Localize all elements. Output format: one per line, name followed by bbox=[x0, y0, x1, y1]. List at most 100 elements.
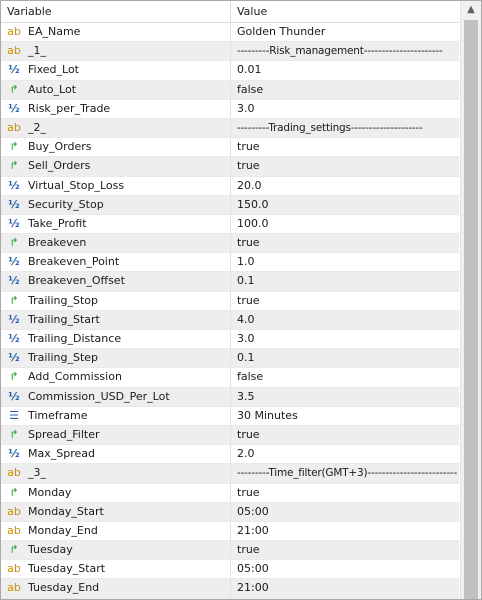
value-cell[interactable]: 2.0 bbox=[230, 445, 459, 464]
table-row[interactable]: ½ Trailing_Step 0.1 bbox=[1, 349, 459, 369]
value-cell[interactable]: true bbox=[230, 138, 459, 157]
value-cell[interactable]: 0.01 bbox=[230, 61, 459, 80]
value-cell[interactable]: 3.0 bbox=[230, 330, 459, 349]
value-cell[interactable]: 1.0 bbox=[230, 253, 459, 272]
value-cell[interactable]: 05:00 bbox=[230, 502, 459, 521]
table-row[interactable]: ab _1_ ---------Risk_management-----------… bbox=[1, 42, 459, 62]
column-header-variable[interactable]: Variable bbox=[1, 1, 230, 22]
table-row[interactable]: ½ Fixed_Lot 0.01 bbox=[1, 61, 459, 81]
value-cell[interactable]: false bbox=[230, 368, 459, 387]
value-cell[interactable]: 3.5 bbox=[230, 387, 459, 406]
variable-name: Breakeven bbox=[28, 236, 87, 250]
string-type-icon: ab bbox=[7, 562, 21, 576]
variable-cell: ½ Max_Spread bbox=[1, 445, 230, 463]
value-cell[interactable]: true bbox=[230, 234, 459, 253]
table-row[interactable]: ½ Trailing_Distance 3.0 bbox=[1, 330, 459, 350]
table-row[interactable]: ab _2_ ---------Trading_settings----------… bbox=[1, 118, 459, 139]
bool-type-icon: ↱ bbox=[9, 427, 19, 441]
table-row[interactable]: ab Monday_End 21:00 bbox=[1, 521, 459, 542]
value-cell[interactable]: 21:00 bbox=[230, 579, 459, 598]
value-cell[interactable]: true bbox=[230, 483, 459, 502]
value-cell[interactable]: 0.1 bbox=[230, 349, 459, 368]
variable-name: Tuesday_Start bbox=[28, 562, 106, 576]
value-cell[interactable]: 0.1 bbox=[230, 272, 459, 291]
variable-cell: ↱ Breakeven bbox=[1, 234, 230, 252]
value-cell[interactable]: 21:00 bbox=[230, 521, 459, 541]
table-row[interactable]: ↱ Tuesday true bbox=[1, 541, 459, 561]
variable-name: _1_ bbox=[28, 44, 46, 58]
variable-name: Sell_Orders bbox=[28, 159, 91, 173]
table-row[interactable]: ab Tuesday_Start 05:00 bbox=[1, 560, 459, 580]
variable-cell: ↱ Spread_Filter bbox=[1, 426, 230, 444]
value-cell[interactable]: ---------Risk_management----------------… bbox=[230, 42, 459, 61]
value-cell[interactable]: 05:00 bbox=[230, 560, 459, 579]
vertical-scrollbar[interactable]: ▲ bbox=[460, 1, 481, 599]
variable-cell: ½ Trailing_Step bbox=[1, 349, 230, 367]
value-cell[interactable]: 20.0 bbox=[230, 176, 459, 195]
table-row[interactable]: ↱ Auto_Lot false bbox=[1, 80, 459, 100]
value-cell[interactable]: ---------Time_filter(GMT+3)-------------… bbox=[230, 464, 459, 483]
variable-name: Tuesday_End bbox=[28, 581, 100, 595]
table-row[interactable]: ab Tuesday_End 21:00 bbox=[1, 579, 459, 599]
table-row[interactable]: ☰ Timeframe 30 Minutes bbox=[1, 406, 459, 426]
scroll-up-arrow-icon[interactable]: ▲ bbox=[461, 1, 481, 19]
double-type-icon: ½ bbox=[8, 351, 20, 365]
value-cell[interactable]: 100.0 bbox=[230, 214, 459, 234]
table-row[interactable]: ab _3_ ---------Time_filter(GMT+3)--------… bbox=[1, 464, 459, 484]
table-row[interactable]: ½ Max_Spread 2.0 bbox=[1, 445, 459, 465]
variable-name: EA_Name bbox=[28, 25, 81, 38]
table-row[interactable]: ½ Take_Profit 100.0 bbox=[1, 214, 459, 235]
table-row[interactable]: ab EA_Name Golden Thunder bbox=[1, 23, 459, 43]
value-cell[interactable]: true bbox=[230, 425, 459, 445]
table-row[interactable]: ½ Virtual_Stop_Loss 20.0 bbox=[1, 176, 459, 196]
column-header-value[interactable]: Value bbox=[230, 1, 459, 22]
bool-type-icon: ↱ bbox=[9, 370, 19, 384]
string-type-icon: ab bbox=[7, 581, 21, 595]
table-row[interactable]: ½ Commission_USD_Per_Lot 3.5 bbox=[1, 387, 459, 407]
variable-cell: ½ Risk_per_Trade bbox=[1, 100, 230, 118]
value-cell[interactable]: Golden Thunder bbox=[230, 23, 459, 42]
table-row[interactable]: ½ Trailing_Start 4.0 bbox=[1, 310, 459, 330]
variable-cell: ↱ Sell_Orders bbox=[1, 157, 230, 175]
variable-cell: ½ Fixed_Lot bbox=[1, 61, 230, 79]
string-type-icon: ab bbox=[7, 466, 21, 480]
bool-type-icon: ↱ bbox=[9, 293, 19, 307]
value-cell[interactable]: 30 Minutes bbox=[230, 406, 459, 425]
table-row[interactable]: ab Monday_Start 05:00 bbox=[1, 502, 459, 522]
table-row[interactable]: ↱ Trailing_Stop true bbox=[1, 291, 459, 311]
value-cell[interactable]: false bbox=[230, 80, 459, 99]
table-row[interactable]: ½ Security_Stop 150.0 bbox=[1, 195, 459, 215]
value-cell[interactable]: 150.0 bbox=[230, 195, 459, 214]
variable-name: Monday_End bbox=[28, 523, 98, 537]
value-cell[interactable]: 4.0 bbox=[230, 310, 459, 329]
variable-cell: ↱ Trailing_Stop bbox=[1, 292, 230, 310]
variable-name: Risk_per_Trade bbox=[28, 101, 111, 115]
variable-name: Commission_USD_Per_Lot bbox=[28, 389, 170, 403]
value-cell[interactable]: ---------Trading_settings---------------… bbox=[230, 118, 459, 138]
variable-name: Trailing_Distance bbox=[28, 332, 122, 345]
variable-cell: ab _1_ bbox=[1, 42, 230, 60]
table-row[interactable]: ½ Breakeven_Point 1.0 bbox=[1, 253, 459, 273]
table-row[interactable]: ↱ Add_Commission false bbox=[1, 368, 459, 388]
bool-type-icon: ↱ bbox=[9, 236, 19, 250]
variable-cell: ½ Commission_USD_Per_Lot bbox=[1, 388, 230, 406]
table-row[interactable]: ↱ Buy_Orders true bbox=[1, 138, 459, 158]
variable-name: Timeframe bbox=[28, 408, 88, 422]
variable-cell: ab Tuesday_Start bbox=[1, 560, 230, 578]
table-row[interactable]: ↱ Spread_Filter true bbox=[1, 425, 459, 446]
value-cell[interactable]: true bbox=[230, 157, 459, 176]
value-cell[interactable]: true bbox=[230, 541, 459, 560]
variable-cell: ↱ Buy_Orders bbox=[1, 138, 230, 156]
value-cell[interactable]: 3.0 bbox=[230, 99, 459, 118]
variable-name: _2_ bbox=[28, 120, 46, 134]
table-row[interactable]: ↱ Monday true bbox=[1, 483, 459, 503]
variable-name: Trailing_Stop bbox=[28, 293, 98, 307]
table-row[interactable]: ½ Risk_per_Trade 3.0 bbox=[1, 99, 459, 119]
double-type-icon: ½ bbox=[8, 255, 20, 269]
table-row[interactable]: ½ Breakeven_Offset 0.1 bbox=[1, 272, 459, 292]
value-cell[interactable]: true bbox=[230, 291, 459, 310]
table-row[interactable]: ↱ Breakeven true bbox=[1, 234, 459, 254]
table-row[interactable]: ↱ Sell_Orders true bbox=[1, 157, 459, 177]
scrollbar-thumb[interactable] bbox=[464, 20, 478, 599]
variable-name: Virtual_Stop_Loss bbox=[28, 178, 125, 192]
